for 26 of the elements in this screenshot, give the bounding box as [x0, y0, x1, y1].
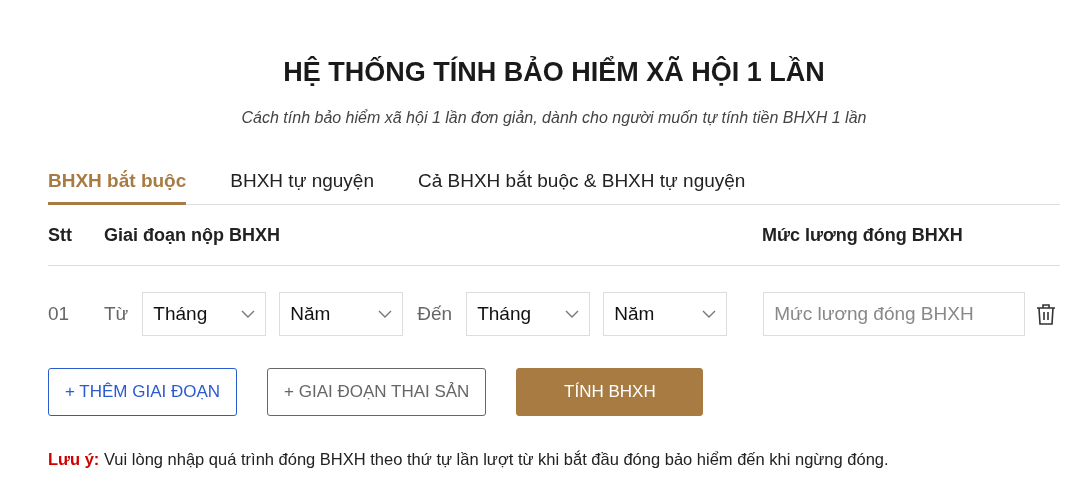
subtitle: Cách tính bảo hiểm xã hội 1 lần đơn giản, dành cho người muốn tự tính tiền BHXH 1 lần [240, 108, 868, 128]
note-label: Lưu ý: [48, 450, 100, 468]
column-header: Giai đoạn nộp BHXH [104, 224, 281, 246]
trash-icon[interactable] [1036, 303, 1057, 325]
note-message: Vui lòng nhập quá trình đóng BHXH theo thứ tự lần lượt từ khi bắt đầu đóng bảo hiểm đến khi ngừng đóng. [103, 450, 889, 468]
dropdown[interactable]: Tháng [142, 292, 267, 336]
dropdown[interactable]: Năm [279, 292, 404, 336]
column-header: Mức lương đóng BHXH [762, 224, 963, 246]
from-label: Từ [104, 303, 129, 325]
chevron-down-icon [378, 310, 393, 318]
page-title: HỆ THỐNG TÍNH BẢO HIỂM XÃ HỘI 1 LẦN [282, 55, 826, 89]
chevron-down-icon [702, 310, 717, 318]
column-header: Stt [48, 224, 73, 246]
action-button[interactable]: + GIAI ĐOẠN THAI SẢN [267, 368, 487, 416]
tab[interactable]: BHXH tự nguyện [230, 162, 374, 205]
action-button[interactable]: + THÊM GIAI ĐOẠN [48, 368, 238, 416]
to-label: Đến [417, 303, 453, 325]
chevron-down-icon [565, 310, 580, 318]
dropdown[interactable]: Tháng [466, 292, 591, 336]
tab[interactable]: BHXH bắt buộc [48, 162, 187, 205]
dropdown[interactable]: Năm [603, 292, 728, 336]
salary-input[interactable]: Mức lương đóng BHXH [763, 292, 1026, 336]
row-number: 01 [48, 303, 71, 325]
action-button[interactable]: TÍNH BHXH [516, 368, 704, 416]
chevron-down-icon [241, 310, 256, 318]
tab[interactable]: Cả BHXH bắt buộc & BHXH tự nguyện [417, 162, 746, 205]
